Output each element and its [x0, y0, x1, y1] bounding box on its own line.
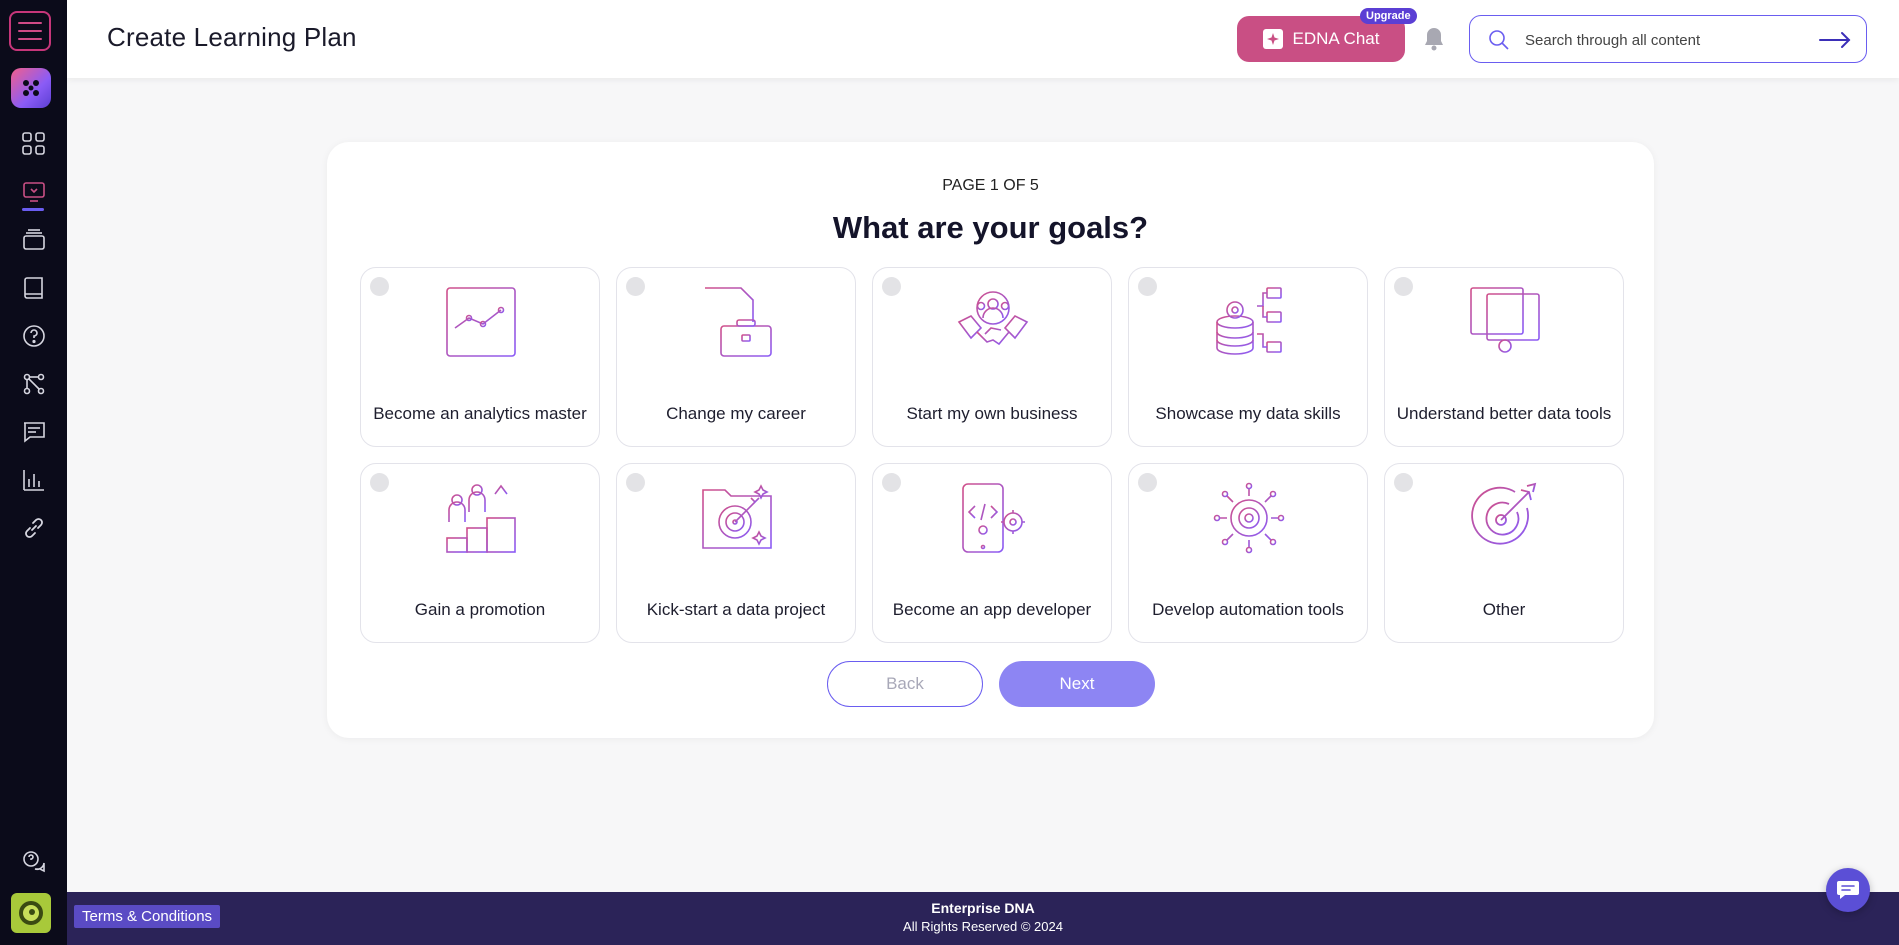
radio-button[interactable] [1138, 277, 1157, 296]
database-gear-icon [1216, 287, 1282, 355]
goal-option-label: Gain a promotion [414, 600, 546, 619]
back-button[interactable]: Back [827, 661, 983, 707]
sidebar-item-learning[interactable] [0, 172, 67, 212]
radio-button[interactable] [370, 277, 389, 296]
goal-option-app-developer[interactable]: Become an app developer [872, 463, 1112, 643]
analytics-bars-icon [22, 470, 44, 491]
goal-option-data-tools[interactable]: Understand better data tools [1384, 267, 1624, 447]
help-question-icon [22, 325, 45, 347]
radio-button[interactable] [626, 473, 645, 492]
sidebar-item-support[interactable] [0, 842, 67, 882]
search-icon [1489, 30, 1509, 50]
goal-option-label: Understand better data tools [1396, 404, 1612, 423]
target-arrow-icon [1471, 482, 1537, 545]
menu-button[interactable] [9, 11, 51, 51]
sidebar-item-courses[interactable] [0, 220, 67, 260]
goal-option-other[interactable]: Other [1384, 463, 1624, 643]
goal-option-analytics-master[interactable]: Become an analytics master [360, 267, 600, 447]
page-indicator: PAGE 1 OF 5 [942, 177, 1039, 194]
support-chat-icon [22, 851, 45, 873]
dashboard-tools-icon [1470, 287, 1540, 353]
next-button[interactable]: Next [999, 661, 1155, 707]
sidebar-item-analytics[interactable] [0, 460, 67, 500]
radio-button[interactable] [1394, 277, 1413, 296]
folder-target-icon [702, 484, 772, 549]
dashboard-grid-icon [21, 132, 45, 155]
goal-option-own-business[interactable]: Start my own business [872, 267, 1112, 447]
chat-support-button[interactable] [1826, 868, 1870, 912]
radio-button[interactable] [882, 277, 901, 296]
radio-button[interactable] [626, 277, 645, 296]
edna-chat-label: EDNA Chat [1292, 29, 1380, 48]
chat-sparkle-icon [1262, 29, 1283, 49]
footer-brand: Enterprise DNA [931, 900, 1035, 916]
goals-card: PAGE 1 OF 5 What are your goals? Become … [327, 142, 1654, 738]
radio-button[interactable] [370, 473, 389, 492]
goal-option-label: Kick-start a data project [646, 600, 826, 619]
goal-option-label: Change my career [666, 404, 806, 423]
mobile-code-icon [962, 483, 1025, 553]
goal-option-change-career[interactable]: Change my career [616, 267, 856, 447]
goal-option-automation[interactable]: Develop automation tools [1128, 463, 1368, 643]
user-avatar-icon [19, 901, 43, 925]
goal-option-label: Become an analytics master [373, 404, 587, 423]
goal-option-data-project[interactable]: Kick-start a data project [616, 463, 856, 643]
radio-button[interactable] [882, 473, 901, 492]
goal-option-showcase-skills[interactable]: Showcase my data skills [1128, 267, 1368, 447]
page-title: Create Learning Plan [107, 22, 357, 52]
goal-option-promotion[interactable]: Gain a promotion [360, 463, 600, 643]
briefcase-document-icon [704, 287, 772, 357]
chat-bubble-icon [1837, 881, 1859, 899]
top-header: Create Learning Plan EDNA Chat Upgrade [67, 0, 1899, 78]
goal-option-label: Become an app developer [892, 600, 1092, 619]
promotion-podium-icon [446, 484, 516, 553]
sidebar-item-books[interactable] [0, 268, 67, 308]
bell-icon[interactable] [1422, 26, 1446, 52]
footer-copyright: All Rights Reserved © 2024 [903, 919, 1063, 934]
sidebar-item-workflow[interactable] [0, 364, 67, 404]
user-avatar[interactable] [11, 893, 51, 933]
sidebar-item-dashboard[interactable] [0, 124, 67, 164]
radio-button[interactable] [1394, 473, 1413, 492]
forum-chat-icon [23, 422, 45, 443]
question-heading: What are your goals? [832, 210, 1149, 245]
search-box [1469, 15, 1867, 63]
radio-button[interactable] [1138, 473, 1157, 492]
book-icon [23, 277, 43, 299]
sidebar-item-links[interactable] [0, 508, 67, 548]
analytics-chart-icon [446, 287, 516, 357]
learning-monitor-icon [22, 182, 45, 202]
menu-icon [18, 22, 42, 40]
sidebar-item-help[interactable] [0, 316, 67, 356]
courses-stack-icon [22, 229, 45, 250]
link-icon [24, 518, 43, 538]
arrow-right-icon[interactable] [1818, 30, 1852, 50]
sidebar-item-forum[interactable] [0, 412, 67, 452]
workflow-nodes-icon [23, 373, 44, 395]
goal-option-label: Develop automation tools [1152, 600, 1344, 619]
brand-logo[interactable] [11, 68, 51, 108]
goal-option-label: Showcase my data skills [1155, 404, 1341, 423]
automation-gear-icon [1213, 482, 1285, 554]
sidebar [0, 0, 67, 945]
upgrade-badge[interactable]: Upgrade [1360, 8, 1417, 24]
brand-logo-icon [23, 80, 39, 96]
active-indicator [22, 208, 44, 211]
handshake-gear-icon [957, 291, 1029, 346]
footer: Terms & Conditions Enterprise DNA All Ri… [67, 892, 1899, 945]
search-input[interactable] [1525, 28, 1805, 52]
goal-option-label: Start my own business [906, 404, 1078, 423]
goal-option-label: Other [1482, 600, 1526, 619]
